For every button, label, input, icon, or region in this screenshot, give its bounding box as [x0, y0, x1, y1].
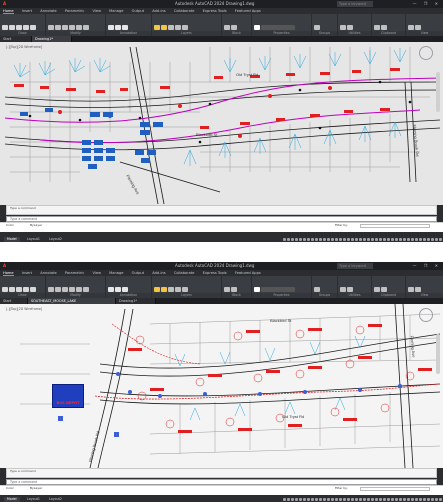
ribbon-tab-annotate[interactable]: Annotate — [40, 9, 56, 13]
window-controls[interactable]: — ❐ ✕ — [413, 0, 441, 8]
panel-view: View — [406, 14, 443, 36]
title-bar: A Autodesk AutoCAD 2024 Drawing1.dwg Typ… — [0, 262, 443, 270]
prop-key: Color — [6, 486, 14, 490]
viewcube-icon[interactable] — [419, 308, 433, 322]
filter-label: Filter by: — [335, 223, 348, 227]
panel-utilities: Utilities — [338, 14, 372, 36]
layout-tab-1[interactable]: Layout1 — [24, 497, 43, 502]
panel-groups: Groups — [312, 276, 338, 298]
ribbon-tab-manage[interactable]: Manage — [109, 9, 123, 13]
autocad-window-bottom: A Autodesk AutoCAD 2024 Drawing1.dwg Typ… — [0, 262, 443, 502]
route-line — [94, 383, 441, 400]
command-history: Type a command — [6, 205, 437, 215]
panel-groups: Groups — [312, 14, 338, 36]
panel-draw: Draw — [0, 14, 46, 36]
prop-key: Color — [6, 223, 14, 227]
street-label: Old Tryst Rd — [282, 414, 305, 419]
panel-layers: Layers — [152, 276, 222, 298]
ribbon-tab-output[interactable]: Output — [132, 9, 144, 13]
layout-tab-model[interactable]: Model — [4, 497, 20, 502]
search-input[interactable]: Type a keyword — [337, 263, 373, 269]
viewport-label[interactable]: [-][Top][2D Wireframe] — [6, 45, 42, 49]
app-logo-icon[interactable]: A — [3, 262, 6, 270]
ribbon-tab-output[interactable]: Output — [132, 271, 144, 275]
panel-draw: Draw — [0, 276, 46, 298]
filter-dropdown[interactable] — [360, 223, 430, 228]
ribbon-tab-insert[interactable]: Insert — [22, 271, 32, 275]
title-bar: A Autodesk AutoCAD 2024 Drawing1.dwg Typ… — [0, 0, 443, 8]
street-label: Old Tryst Rd — [236, 72, 259, 77]
bus-depot-block: BUS DEPOT — [52, 384, 84, 408]
command-history: Type a command — [6, 468, 437, 478]
prop-value[interactable]: ByLayer — [30, 486, 42, 491]
ribbon-tab-express[interactable]: Express Tools — [203, 9, 227, 13]
ribbon-tab-manage[interactable]: Manage — [109, 271, 123, 275]
street-label: Blackbird St — [196, 132, 218, 137]
panel-view: View — [406, 276, 443, 298]
ribbon-tab-express[interactable]: Express Tools — [203, 271, 227, 275]
filter-dropdown[interactable] — [360, 486, 430, 491]
ribbon-tab-annotate[interactable]: Annotate — [40, 271, 56, 275]
light-fixtures — [174, 335, 366, 421]
drawing-canvas[interactable]: [-][Top][2D Wireframe] BUS DEPOT Blackbi… — [0, 304, 443, 468]
drawing-canvas[interactable]: [-][Top][2D Wireframe] Old Tryst Rd Blac… — [0, 42, 443, 205]
viewcube-icon[interactable] — [419, 46, 433, 60]
panel-clipboard: Clipboard — [372, 14, 406, 36]
panel-annotation: Annotation — [106, 14, 152, 36]
ribbon-tab-featured[interactable]: Featured Apps — [235, 271, 261, 275]
search-input[interactable]: Type a keyword — [337, 1, 373, 7]
app-logo-icon[interactable]: A — [3, 0, 6, 8]
red-text-blocks — [128, 324, 432, 433]
panel-block: Block — [222, 14, 252, 36]
layout-tab-2[interactable]: Layout2 — [46, 497, 65, 502]
ribbon-tab-parametric[interactable]: Parametric — [65, 9, 84, 13]
viewport-label[interactable]: [-][Top][2D Wireframe] — [6, 307, 42, 311]
ribbon-tab-view[interactable]: View — [92, 9, 101, 13]
panel-utilities: Utilities — [338, 276, 372, 298]
properties-strip: Color ByLayer Filter by: — [0, 485, 443, 495]
drawing-svg — [4, 46, 441, 205]
ribbon-tab-insert[interactable]: Insert — [22, 9, 32, 13]
navigation-bar[interactable] — [436, 334, 440, 374]
ribbon-tab-view[interactable]: View — [92, 271, 101, 275]
ribbon-tab-collaborate[interactable]: Collaborate — [174, 9, 195, 13]
panel-annotation: Annotation — [106, 276, 152, 298]
street-label: Blackbird St — [270, 318, 292, 323]
status-bar-icons[interactable] — [283, 497, 443, 502]
ribbon-tab-addins[interactable]: Add-ins — [152, 271, 165, 275]
ribbon-tab-parametric[interactable]: Parametric — [65, 271, 84, 275]
equipment-blocks — [20, 108, 163, 169]
spacer — [0, 242, 443, 262]
ribbon-tab-addins[interactable]: Add-ins — [152, 9, 165, 13]
properties-strip: Color ByLayer Filter by: — [0, 222, 443, 232]
panel-clipboard: Clipboard — [372, 276, 406, 298]
window-controls[interactable]: — ❐ ✕ — [413, 262, 441, 270]
ribbon-tab-featured[interactable]: Featured Apps — [235, 9, 261, 13]
parcel-lines — [10, 47, 430, 182]
filter-label: Filter by: — [335, 486, 348, 490]
red-annotations — [14, 68, 400, 138]
panel-properties: Properties — [252, 276, 312, 298]
ribbon: Draw Modify Annotation Layers Block Prop… — [0, 14, 443, 36]
layout-bar: Model Layout1 Layout2 — [0, 497, 443, 502]
navigation-bar[interactable] — [436, 72, 440, 112]
autocad-window-top: A Autodesk AutoCAD 2024 Drawing1.dwg Typ… — [0, 0, 443, 242]
prop-value[interactable]: ByLayer — [30, 223, 42, 228]
bus-depot-label: BUS DEPOT — [56, 401, 80, 405]
panel-modify: Modify — [46, 276, 106, 298]
ribbon: Draw Modify Annotation Layers Block Prop… — [0, 276, 443, 298]
window-title: Autodesk AutoCAD 2024 Drawing1.dwg — [175, 1, 255, 6]
ribbon-tab-collaborate[interactable]: Collaborate — [174, 271, 195, 275]
panel-layers: Layers — [152, 14, 222, 36]
panel-modify: Modify — [46, 14, 106, 36]
panel-properties: Properties — [252, 14, 312, 36]
panel-block: Block — [222, 276, 252, 298]
window-title: Autodesk AutoCAD 2024 Drawing1.dwg — [175, 263, 255, 268]
road-lines — [89, 304, 441, 468]
